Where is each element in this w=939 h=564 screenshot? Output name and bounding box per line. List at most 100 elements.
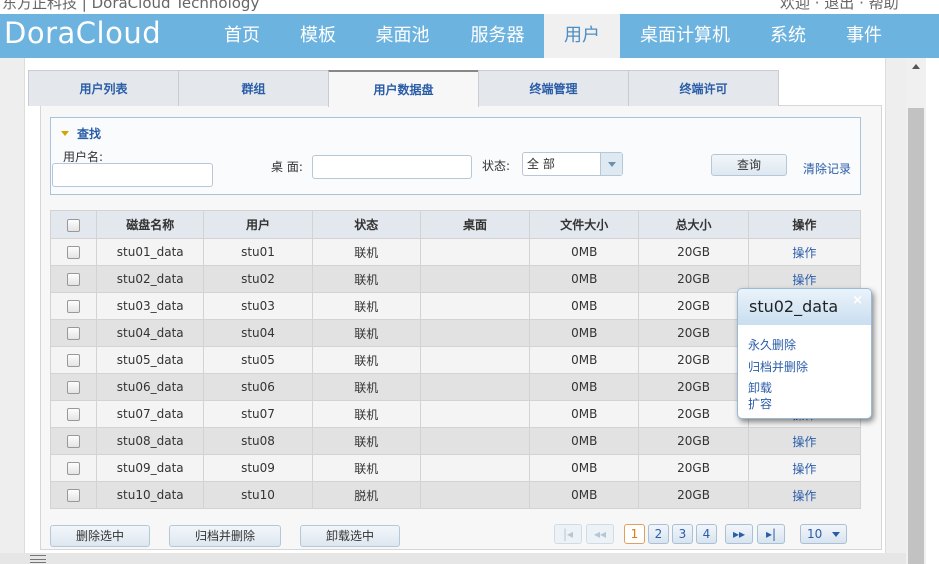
row-checkbox-cell bbox=[49, 265, 98, 293]
page-size-select[interactable]: 10 bbox=[800, 524, 847, 544]
search-title: 查找 bbox=[77, 127, 102, 141]
query-button[interactable]: 查询 bbox=[711, 154, 787, 176]
scroll-up-arrow-icon[interactable] bbox=[906, 58, 926, 76]
nav-users[interactable]: 用户 bbox=[544, 14, 620, 58]
top-header: DoraCloud 首页 模板 桌面池 服务器 用户 桌面计算机 系统 事件 bbox=[0, 14, 939, 58]
cell-file-size: 0MB bbox=[529, 427, 640, 455]
last-page-icon[interactable]: ▸| bbox=[757, 524, 785, 544]
vertical-scrollbar[interactable] bbox=[906, 58, 926, 564]
cell-disk-name: stu10_data bbox=[96, 481, 205, 509]
col-total-size[interactable]: 总大小 bbox=[638, 210, 749, 239]
row-checkbox[interactable] bbox=[67, 246, 81, 259]
action-popup: stu02_data × 永久删除 归档并删除 卸载 扩容 bbox=[737, 288, 872, 419]
cell-user: stu01 bbox=[203, 238, 313, 266]
tab-terminal-management[interactable]: 终端管理 bbox=[478, 70, 629, 106]
row-action-link[interactable]: 操作 bbox=[747, 238, 862, 266]
popup-permanent-delete[interactable]: 永久删除 bbox=[748, 336, 796, 353]
table-row[interactable]: stu10_data stu10 脱机 0MB 20GB 操作 bbox=[49, 481, 862, 509]
row-checkbox[interactable] bbox=[67, 462, 81, 475]
page-2-button[interactable]: 2 bbox=[648, 524, 669, 544]
cell-disk-name: stu08_data bbox=[96, 427, 205, 455]
cell-status: 联机 bbox=[311, 454, 421, 482]
cell-file-size: 0MB bbox=[529, 238, 640, 266]
delete-selected-button[interactable]: 删除选中 bbox=[50, 525, 150, 547]
desktop-label: 桌 面: bbox=[271, 160, 303, 174]
row-checkbox[interactable] bbox=[67, 354, 81, 367]
cell-total-size: 20GB bbox=[638, 481, 749, 509]
cell-desktop bbox=[419, 373, 531, 401]
first-page-icon[interactable]: |◂ bbox=[554, 524, 582, 544]
col-user[interactable]: 用户 bbox=[203, 210, 313, 239]
username-input[interactable] bbox=[52, 163, 213, 187]
cell-desktop bbox=[419, 346, 531, 374]
row-checkbox[interactable] bbox=[67, 327, 81, 340]
prev-page-icon[interactable]: ◂◂ bbox=[586, 524, 614, 544]
nav-servers[interactable]: 服务器 bbox=[460, 14, 535, 58]
cell-total-size: 20GB bbox=[638, 346, 749, 374]
status-select-value: 全 部 bbox=[527, 157, 555, 171]
row-checkbox-cell bbox=[49, 319, 98, 347]
status-select[interactable]: 全 部 bbox=[522, 152, 623, 176]
status-label: 状态: bbox=[482, 159, 511, 173]
horizontal-scrollbar[interactable] bbox=[0, 553, 906, 564]
row-action-link[interactable]: 操作 bbox=[747, 427, 862, 455]
col-desktop[interactable]: 桌面 bbox=[419, 210, 531, 239]
row-action-link[interactable]: 操作 bbox=[747, 481, 862, 509]
page-3-button[interactable]: 3 bbox=[672, 524, 693, 544]
cell-user: stu07 bbox=[203, 400, 313, 428]
select-all-cell bbox=[49, 210, 98, 239]
next-page-icon[interactable]: ▸▸ bbox=[725, 524, 753, 544]
cell-status: 联机 bbox=[311, 373, 421, 401]
tab-user-list[interactable]: 用户列表 bbox=[28, 70, 179, 106]
row-checkbox[interactable] bbox=[67, 273, 81, 286]
nav-events[interactable]: 事件 bbox=[834, 14, 894, 58]
nav-desktop-pool[interactable]: 桌面池 bbox=[365, 14, 440, 58]
cell-desktop bbox=[419, 292, 531, 320]
cell-user: stu05 bbox=[203, 346, 313, 374]
row-checkbox-cell bbox=[49, 427, 98, 455]
row-checkbox[interactable] bbox=[67, 435, 81, 448]
col-status[interactable]: 状态 bbox=[311, 210, 421, 239]
search-panel-toggle[interactable]: 查找 bbox=[61, 125, 101, 142]
tab-groups[interactable]: 群组 bbox=[178, 70, 329, 106]
desktop-input[interactable] bbox=[312, 155, 472, 179]
cell-disk-name: stu05_data bbox=[96, 346, 205, 374]
row-checkbox[interactable] bbox=[67, 408, 81, 421]
cell-status: 脱机 bbox=[311, 481, 421, 509]
dropdown-arrow-icon bbox=[600, 153, 622, 175]
table-row[interactable]: stu09_data stu09 联机 0MB 20GB 操作 bbox=[49, 454, 862, 482]
cell-disk-name: stu01_data bbox=[96, 238, 205, 266]
cell-disk-name: stu04_data bbox=[96, 319, 205, 347]
cell-user: stu09 bbox=[203, 454, 313, 482]
page-4-button[interactable]: 4 bbox=[696, 524, 717, 544]
col-actions: 操作 bbox=[747, 210, 862, 239]
close-icon[interactable]: × bbox=[852, 293, 863, 308]
tab-terminal-license[interactable]: 终端许可 bbox=[628, 70, 779, 106]
table-row[interactable]: stu08_data stu08 联机 0MB 20GB 操作 bbox=[49, 427, 862, 455]
row-checkbox[interactable] bbox=[67, 381, 81, 394]
cell-file-size: 0MB bbox=[529, 454, 640, 482]
cell-desktop bbox=[419, 481, 531, 509]
scrollbar-thumb[interactable] bbox=[908, 108, 924, 564]
resize-grip-icon[interactable] bbox=[30, 555, 46, 563]
unmount-selected-button[interactable]: 卸载选中 bbox=[300, 525, 400, 547]
popup-unmount[interactable]: 卸载 bbox=[748, 379, 772, 396]
page-1-button[interactable]: 1 bbox=[624, 524, 645, 544]
row-checkbox[interactable] bbox=[67, 300, 81, 313]
tab-user-data-disk[interactable]: 用户数据盘 bbox=[328, 70, 479, 107]
nav-templates[interactable]: 模板 bbox=[288, 14, 348, 58]
select-all-checkbox[interactable] bbox=[67, 218, 81, 232]
col-disk-name[interactable]: 磁盘名称 bbox=[96, 210, 205, 239]
popup-archive-delete[interactable]: 归档并删除 bbox=[748, 358, 808, 375]
cell-user: stu03 bbox=[203, 292, 313, 320]
nav-desktop-computers[interactable]: 桌面计算机 bbox=[630, 14, 740, 58]
col-file-size[interactable]: 文件大小 bbox=[529, 210, 640, 239]
nav-system[interactable]: 系统 bbox=[758, 14, 818, 58]
row-checkbox[interactable] bbox=[67, 489, 81, 502]
table-row[interactable]: stu01_data stu01 联机 0MB 20GB 操作 bbox=[49, 238, 862, 266]
nav-home[interactable]: 首页 bbox=[212, 14, 272, 58]
clear-records-link[interactable]: 清除记录 bbox=[803, 160, 851, 177]
archive-delete-button[interactable]: 归档并删除 bbox=[169, 525, 281, 547]
popup-expand[interactable]: 扩容 bbox=[748, 395, 772, 412]
row-action-link[interactable]: 操作 bbox=[747, 454, 862, 482]
